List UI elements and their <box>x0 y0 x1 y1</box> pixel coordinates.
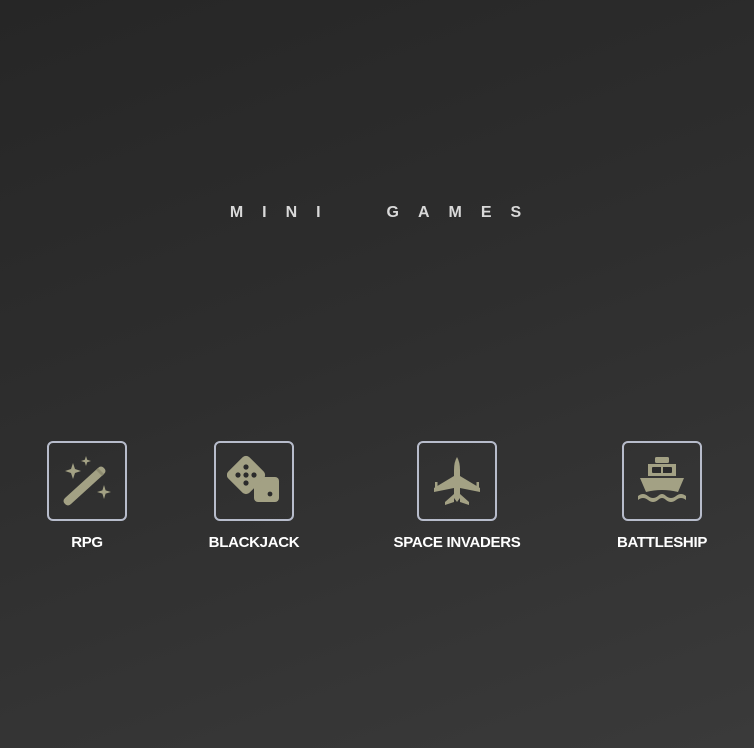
dice-icon <box>227 455 279 502</box>
game-tile-battleship[interactable]: BATTLESHIP <box>602 441 722 551</box>
game-tile-rpg[interactable]: RPG <box>47 441 127 551</box>
game-label-battleship: BATTLESHIP <box>616 534 708 551</box>
fighter-jet-icon <box>434 457 480 505</box>
game-icon-button-battleship[interactable] <box>622 441 702 521</box>
game-tile-space-invaders[interactable]: SPACE INVADERS <box>382 441 532 551</box>
game-label-blackjack: BLACKJACK <box>208 534 300 551</box>
game-icon-button-space-invaders[interactable] <box>417 441 497 521</box>
ship-icon <box>638 457 686 502</box>
page-title: MINI GAMES <box>229 204 541 221</box>
magic-wand-icon <box>63 456 111 506</box>
game-icon-button-blackjack[interactable] <box>214 441 294 521</box>
game-icon-button-rpg[interactable] <box>47 441 127 521</box>
game-label-space-invaders: SPACE INVADERS <box>393 534 521 551</box>
game-label-rpg: RPG <box>71 534 103 551</box>
game-tile-blackjack[interactable]: BLACKJACK <box>194 441 314 551</box>
